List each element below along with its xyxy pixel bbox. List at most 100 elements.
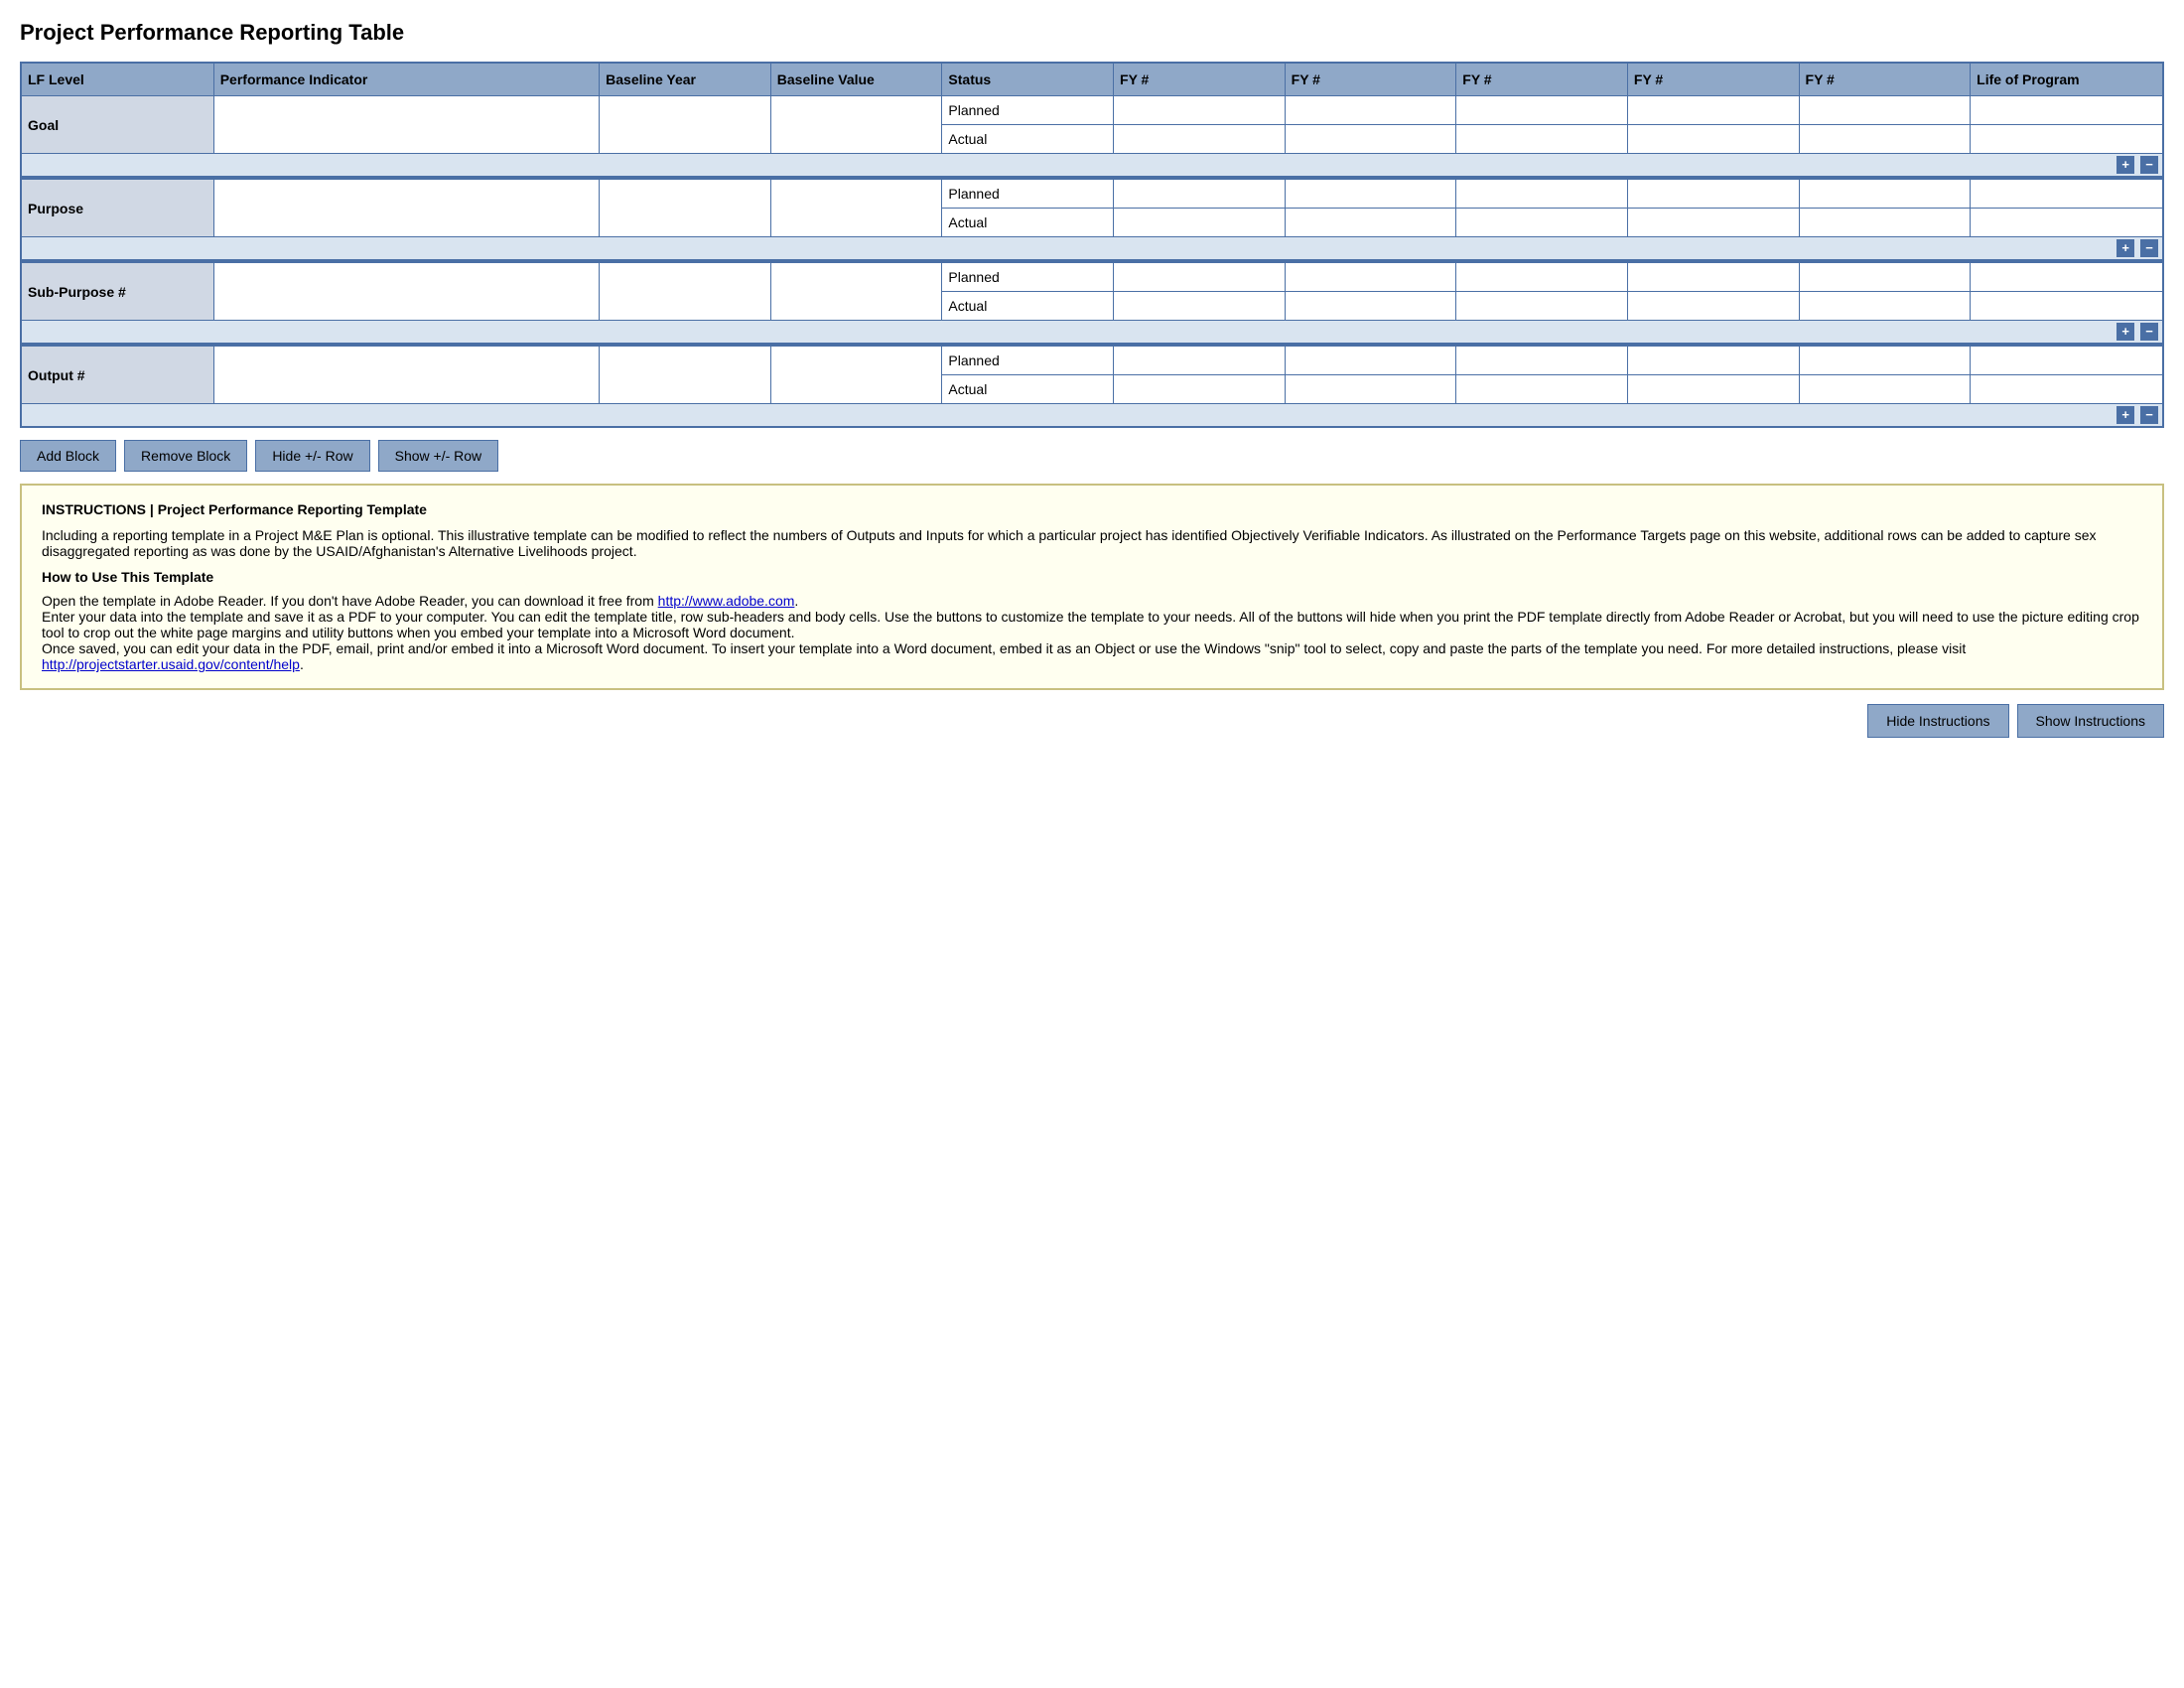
output-status-actual: Actual — [942, 375, 1114, 404]
projectstarter-link[interactable]: http://projectstarter.usaid.gov/content/… — [42, 656, 300, 672]
goal-baseline-value[interactable] — [770, 96, 942, 154]
header-lop: Life of Program — [1971, 63, 2163, 96]
goal-fy3-planned[interactable] — [1456, 96, 1628, 125]
goal-fy3-actual[interactable] — [1456, 125, 1628, 154]
output-fy1-actual[interactable] — [1114, 375, 1286, 404]
goal-fy4-actual[interactable] — [1627, 125, 1799, 154]
output-baseline-year[interactable] — [600, 347, 771, 404]
output-fy3-actual[interactable] — [1456, 375, 1628, 404]
remove-block-button[interactable]: Remove Block — [124, 440, 247, 472]
goal-fy1-actual[interactable] — [1114, 125, 1286, 154]
subpurpose-plus-button[interactable]: + — [2116, 323, 2134, 341]
output-fy3-planned[interactable] — [1456, 347, 1628, 375]
subpurpose-status-planned: Planned — [942, 263, 1114, 292]
goal-fy5-planned[interactable] — [1799, 96, 1971, 125]
output-plus-minus-cell: + − — [21, 404, 2163, 428]
action-buttons: Add Block Remove Block Hide +/- Row Show… — [20, 440, 2164, 472]
purpose-fy4-actual[interactable] — [1627, 209, 1799, 237]
output-fy4-actual[interactable] — [1627, 375, 1799, 404]
purpose-indicator[interactable] — [213, 180, 599, 237]
subpurpose-plus-minus-cell: + − — [21, 321, 2163, 344]
output-fy5-planned[interactable] — [1799, 347, 1971, 375]
subpurpose-lop-planned[interactable] — [1971, 263, 2163, 292]
subpurpose-fy1-planned[interactable] — [1114, 263, 1286, 292]
output-plus-button[interactable]: + — [2116, 406, 2134, 424]
header-lf-level: LF Level — [21, 63, 213, 96]
goal-baseline-year[interactable] — [600, 96, 771, 154]
purpose-minus-button[interactable]: − — [2140, 239, 2158, 257]
subpurpose-fy5-actual[interactable] — [1799, 292, 1971, 321]
goal-status-planned: Planned — [942, 96, 1114, 125]
header-fy2: FY # — [1285, 63, 1456, 96]
purpose-fy5-planned[interactable] — [1799, 180, 1971, 209]
goal-fy2-actual[interactable] — [1285, 125, 1456, 154]
table-row: Sub-Purpose # Planned — [21, 263, 2163, 292]
header-fy5: FY # — [1799, 63, 1971, 96]
goal-plus-button[interactable]: + — [2116, 156, 2134, 174]
page-title: Project Performance Reporting Table — [20, 20, 2164, 46]
purpose-lop-actual[interactable] — [1971, 209, 2163, 237]
subpurpose-baseline-value[interactable] — [770, 263, 942, 321]
subpurpose-indicator[interactable] — [213, 263, 599, 321]
subpurpose-fy4-actual[interactable] — [1627, 292, 1799, 321]
output-baseline-value[interactable] — [770, 347, 942, 404]
subpurpose-fy4-planned[interactable] — [1627, 263, 1799, 292]
subpurpose-fy3-planned[interactable] — [1456, 263, 1628, 292]
output-lop-planned[interactable] — [1971, 347, 2163, 375]
purpose-plus-minus-row: + − — [21, 237, 2163, 260]
output-lop-actual[interactable] — [1971, 375, 2163, 404]
purpose-fy4-planned[interactable] — [1627, 180, 1799, 209]
purpose-fy3-actual[interactable] — [1456, 209, 1628, 237]
subpurpose-fy5-planned[interactable] — [1799, 263, 1971, 292]
goal-fy5-actual[interactable] — [1799, 125, 1971, 154]
hide-row-button[interactable]: Hide +/- Row — [255, 440, 369, 472]
subpurpose-fy2-planned[interactable] — [1285, 263, 1456, 292]
purpose-fy5-actual[interactable] — [1799, 209, 1971, 237]
subpurpose-plus-minus-row: + − — [21, 321, 2163, 344]
output-minus-button[interactable]: − — [2140, 406, 2158, 424]
purpose-fy1-actual[interactable] — [1114, 209, 1286, 237]
goal-minus-button[interactable]: − — [2140, 156, 2158, 174]
output-fy5-actual[interactable] — [1799, 375, 1971, 404]
output-fy2-planned[interactable] — [1285, 347, 1456, 375]
show-instructions-button[interactable]: Show Instructions — [2017, 704, 2165, 738]
add-block-button[interactable]: Add Block — [20, 440, 116, 472]
performance-table: LF Level Performance Indicator Baseline … — [20, 62, 2164, 428]
goal-lop-actual[interactable] — [1971, 125, 2163, 154]
purpose-fy3-planned[interactable] — [1456, 180, 1628, 209]
subpurpose-fy3-actual[interactable] — [1456, 292, 1628, 321]
purpose-fy2-actual[interactable] — [1285, 209, 1456, 237]
how-to-heading: How to Use This Template — [42, 569, 2142, 585]
purpose-lop-planned[interactable] — [1971, 180, 2163, 209]
goal-fy1-planned[interactable] — [1114, 96, 1286, 125]
goal-plus-minus-row: + − — [21, 154, 2163, 177]
goal-fy2-planned[interactable] — [1285, 96, 1456, 125]
lf-level-goal: Goal — [21, 96, 213, 154]
adobe-link[interactable]: http://www.adobe.com — [658, 593, 795, 609]
purpose-baseline-year[interactable] — [600, 180, 771, 237]
show-row-button[interactable]: Show +/- Row — [378, 440, 499, 472]
subpurpose-fy2-actual[interactable] — [1285, 292, 1456, 321]
purpose-status-planned: Planned — [942, 180, 1114, 209]
purpose-baseline-value[interactable] — [770, 180, 942, 237]
subpurpose-baseline-year[interactable] — [600, 263, 771, 321]
output-fy4-planned[interactable] — [1627, 347, 1799, 375]
purpose-plus-button[interactable]: + — [2116, 239, 2134, 257]
subpurpose-lop-actual[interactable] — [1971, 292, 2163, 321]
table-row: Goal Planned — [21, 96, 2163, 125]
purpose-fy2-planned[interactable] — [1285, 180, 1456, 209]
output-fy2-actual[interactable] — [1285, 375, 1456, 404]
subpurpose-minus-button[interactable]: − — [2140, 323, 2158, 341]
purpose-fy1-planned[interactable] — [1114, 180, 1286, 209]
goal-indicator[interactable] — [213, 96, 599, 154]
header-fy4: FY # — [1627, 63, 1799, 96]
purpose-status-actual: Actual — [942, 209, 1114, 237]
output-fy1-planned[interactable] — [1114, 347, 1286, 375]
subpurpose-fy1-actual[interactable] — [1114, 292, 1286, 321]
goal-fy4-planned[interactable] — [1627, 96, 1799, 125]
instructions-heading: INSTRUCTIONS | Project Performance Repor… — [42, 501, 2142, 517]
header-status: Status — [942, 63, 1114, 96]
output-indicator[interactable] — [213, 347, 599, 404]
goal-lop-planned[interactable] — [1971, 96, 2163, 125]
hide-instructions-button[interactable]: Hide Instructions — [1867, 704, 2008, 738]
